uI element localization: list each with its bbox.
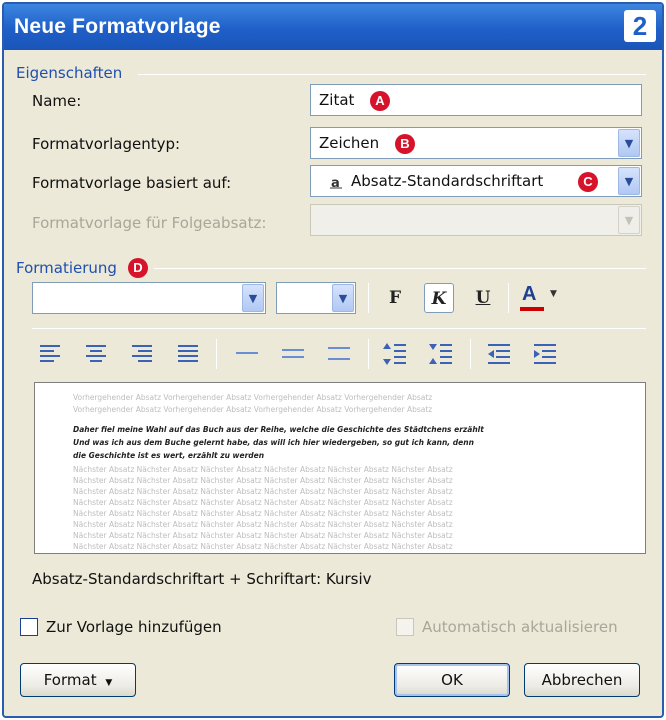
step-badge: 2 — [624, 10, 656, 42]
preview-line: Nächster Absatz Nächster Absatz Nächster… — [73, 487, 453, 496]
font-size-select[interactable]: ▼ — [276, 282, 356, 314]
align-justify-icon[interactable] — [176, 341, 202, 367]
dropdown-arrow-icon: ▼ — [550, 289, 557, 299]
toolbar-separator — [508, 283, 509, 313]
preview-line: Vorhergehender Absatz Vorhergehender Abs… — [73, 405, 433, 414]
character-style-icon: a — [330, 176, 342, 189]
add-to-template-label[interactable]: Zur Vorlage hinzufügen — [46, 618, 222, 636]
marker-d: D — [128, 258, 148, 278]
style-preview: Vorhergehender Absatz Vorhergehender Abs… — [34, 382, 646, 554]
toolbar-separator — [216, 339, 217, 369]
basiert-value: Absatz-Standardschriftart — [351, 172, 544, 190]
section-separator — [138, 74, 646, 75]
space-before-increase-icon[interactable] — [382, 341, 408, 367]
chevron-down-icon[interactable]: ▼ — [332, 284, 354, 312]
format-menu-button[interactable]: Format ▼ — [20, 663, 136, 697]
preview-sample-line: Und was ich aus dem Buche gelernt habe, … — [73, 438, 474, 447]
name-value: Zitat — [319, 91, 355, 109]
dialog-window: Neue Formatvorlage 2 Eigenschaften Name:… — [2, 2, 664, 718]
format-button-label: Format — [43, 671, 97, 689]
preview-line: Nächster Absatz Nächster Absatz Nächster… — [73, 542, 453, 551]
toolbar-separator — [368, 339, 369, 369]
section-eigenschaften: Eigenschaften — [16, 64, 123, 82]
add-to-template-checkbox[interactable] — [20, 618, 38, 636]
increase-indent-icon[interactable] — [532, 341, 558, 367]
style-description: Absatz-Standardschriftart + Schriftart: … — [32, 570, 372, 588]
typ-label: Formatvorlagentyp: — [32, 135, 181, 153]
dropdown-arrow-icon: ▼ — [105, 678, 113, 688]
auto-update-label: Automatisch aktualisieren — [422, 618, 618, 636]
underline-button[interactable]: U — [468, 283, 498, 313]
preview-line: Nächster Absatz Nächster Absatz Nächster… — [73, 531, 453, 540]
align-right-icon[interactable] — [130, 341, 156, 367]
toolbar-separator-horizontal — [32, 328, 646, 329]
marker-a: A — [370, 91, 390, 111]
ok-button[interactable]: OK — [394, 663, 510, 697]
chevron-down-icon[interactable]: ▼ — [618, 167, 640, 195]
folge-select: ▼ — [310, 204, 642, 236]
title-bar: Neue Formatvorlage 2 — [4, 4, 662, 50]
typ-value: Zeichen — [319, 134, 380, 152]
line-spacing-onehalf-icon[interactable] — [280, 341, 306, 367]
bold-button[interactable]: F — [380, 283, 410, 313]
italic-button[interactable]: K — [424, 283, 454, 313]
line-spacing-double-icon[interactable] — [326, 341, 352, 367]
chevron-down-icon: ▼ — [618, 206, 640, 234]
section-formatierung: Formatierung — [16, 259, 117, 277]
auto-update-checkbox — [396, 618, 414, 636]
preview-sample-line: die Geschichte ist es wert, erzählt zu w… — [73, 451, 265, 460]
marker-c: C — [578, 172, 598, 192]
basiert-label: Formatvorlage basiert auf: — [32, 174, 232, 192]
font-color-button[interactable]: A ▼ — [518, 283, 564, 315]
marker-b: B — [395, 134, 415, 154]
name-input[interactable]: Zitat — [310, 84, 642, 116]
preview-line: Nächster Absatz Nächster Absatz Nächster… — [73, 509, 453, 518]
preview-line: Nächster Absatz Nächster Absatz Nächster… — [73, 465, 453, 474]
align-left-icon[interactable] — [38, 341, 64, 367]
font-name-select[interactable]: ▼ — [32, 282, 266, 314]
folge-label: Formatvorlage für Folgeabsatz: — [32, 214, 267, 232]
preview-line: Nächster Absatz Nächster Absatz Nächster… — [73, 498, 453, 507]
preview-sample-line: Daher fiel meine Wahl auf das Buch aus d… — [73, 425, 484, 434]
toolbar-separator — [368, 283, 369, 313]
chevron-down-icon[interactable]: ▼ — [618, 129, 640, 157]
decrease-indent-icon[interactable] — [486, 341, 512, 367]
cancel-button[interactable]: Abbrechen — [524, 663, 640, 697]
space-before-decrease-icon[interactable] — [428, 341, 454, 367]
preview-line: Vorhergehender Absatz Vorhergehender Abs… — [73, 393, 433, 402]
font-color-bar — [520, 307, 544, 311]
preview-line: Nächster Absatz Nächster Absatz Nächster… — [73, 520, 453, 529]
section-separator — [154, 268, 646, 269]
name-label: Name: — [32, 92, 82, 110]
typ-select[interactable]: Zeichen ▼ — [310, 127, 642, 159]
svg-text:a: a — [331, 176, 340, 189]
line-spacing-single-icon[interactable] — [234, 341, 260, 367]
toolbar-separator — [470, 339, 471, 369]
font-color-icon: A — [522, 283, 537, 305]
chevron-down-icon[interactable]: ▼ — [242, 284, 264, 312]
dialog-title: Neue Formatvorlage — [14, 15, 221, 38]
align-center-icon[interactable] — [84, 341, 110, 367]
preview-line: Nächster Absatz Nächster Absatz Nächster… — [73, 476, 453, 485]
